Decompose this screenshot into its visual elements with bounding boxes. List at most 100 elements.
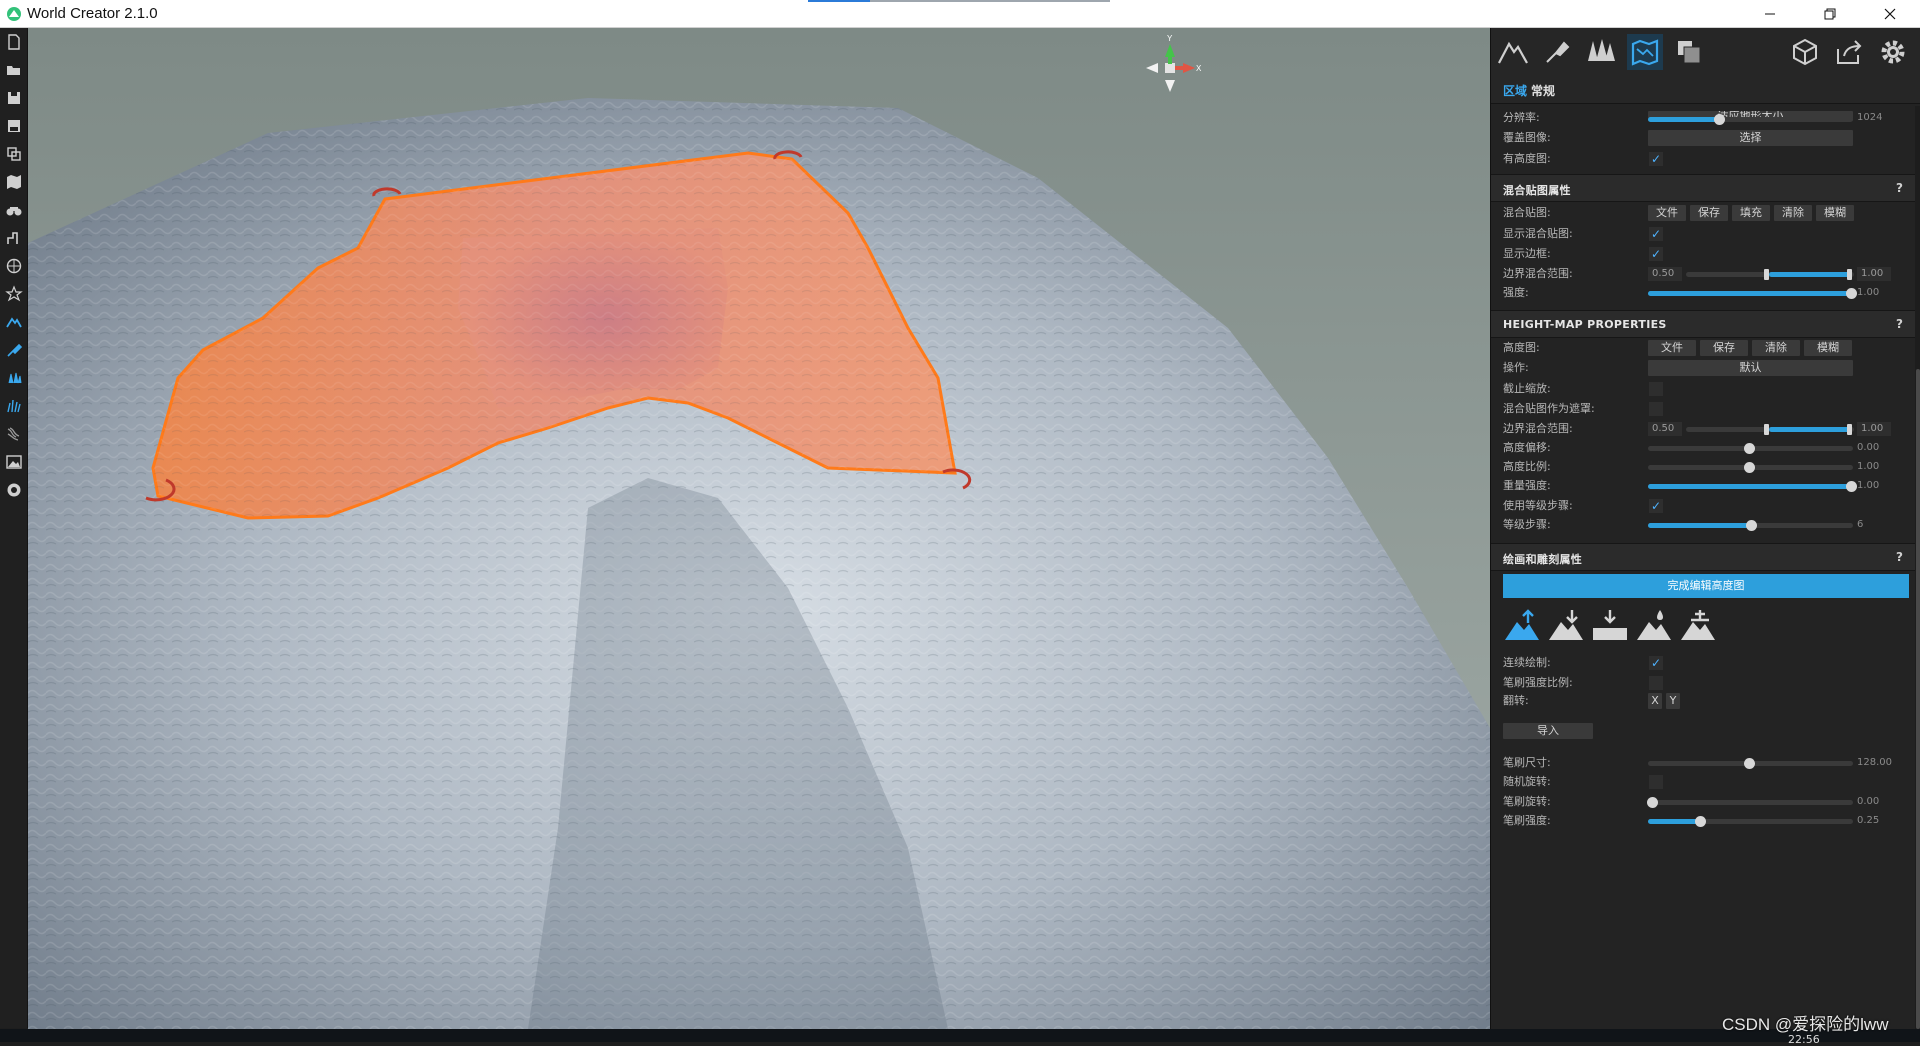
brush-rotation-slider[interactable] bbox=[1648, 800, 1853, 805]
view-button[interactable] bbox=[0, 196, 28, 224]
blend-clear-button[interactable]: 清除 bbox=[1774, 205, 1812, 221]
blend-border-min[interactable]: 0.50 bbox=[1648, 267, 1682, 281]
heightmap-blur-button[interactable]: 模糊 bbox=[1804, 340, 1852, 356]
has-heightmap-checkbox[interactable]: ✓ bbox=[1649, 152, 1663, 166]
show-blend-map-checkbox[interactable]: ✓ bbox=[1649, 227, 1663, 241]
resolution-slider-knob[interactable] bbox=[1714, 114, 1725, 125]
3d-viewport[interactable]: Y X bbox=[28, 28, 1490, 1029]
heightmap-clear-button[interactable]: 清除 bbox=[1752, 340, 1800, 356]
map-button[interactable] bbox=[0, 168, 28, 196]
blend-as-mask-checkbox[interactable] bbox=[1649, 402, 1663, 416]
blend-fill-button[interactable]: 填充 bbox=[1732, 205, 1770, 221]
vegetation-button[interactable] bbox=[0, 364, 28, 392]
flip-x-toggle[interactable]: X bbox=[1648, 693, 1662, 709]
smooth-brush-button[interactable] bbox=[1635, 608, 1673, 644]
sphere-button[interactable] bbox=[0, 476, 28, 504]
terrain-tool-button[interactable] bbox=[0, 224, 28, 252]
weight-strength-knob[interactable] bbox=[1846, 481, 1857, 492]
save-as-button[interactable] bbox=[0, 112, 28, 140]
brush-size-knob[interactable] bbox=[1744, 758, 1755, 769]
stamp-brush-button[interactable] bbox=[1679, 608, 1717, 644]
flip-label: 翻转: bbox=[1503, 694, 1529, 707]
brush-strength-label: 笔刷强度: bbox=[1503, 814, 1551, 827]
brush-rotation-knob[interactable] bbox=[1647, 797, 1658, 808]
paint-section-header[interactable]: 绘画和雕刻属性 ? bbox=[1491, 543, 1915, 571]
panel-scrollbar[interactable] bbox=[1915, 106, 1920, 1029]
tab-region[interactable]: 区域 bbox=[1503, 82, 1527, 99]
use-steps-checkbox[interactable]: ✓ bbox=[1649, 499, 1663, 513]
close-button[interactable] bbox=[1860, 0, 1920, 28]
save-button[interactable] bbox=[0, 84, 28, 112]
heightmap-file-button[interactable]: 文件 bbox=[1648, 340, 1696, 356]
show-border-label: 显示边框: bbox=[1503, 247, 1551, 260]
heightmap-help-icon[interactable]: ? bbox=[1896, 317, 1903, 331]
strength-slider-fill bbox=[1648, 291, 1851, 296]
clip-scale-checkbox[interactable] bbox=[1649, 382, 1663, 396]
raise-brush-button[interactable] bbox=[1503, 608, 1541, 644]
grass-button[interactable] bbox=[0, 392, 28, 420]
hm-border-max[interactable]: 1.00 bbox=[1857, 422, 1891, 436]
blend-save-button[interactable]: 保存 bbox=[1690, 205, 1728, 221]
sculpt-active-icon bbox=[6, 317, 22, 328]
watermark: CSDN @爱探险的lww bbox=[1722, 1015, 1889, 1034]
flip-y-toggle[interactable]: Y bbox=[1666, 693, 1680, 709]
cube-button[interactable] bbox=[1787, 34, 1823, 70]
forest-mode-button[interactable] bbox=[1583, 34, 1619, 70]
heightmap-save-button[interactable]: 保存 bbox=[1700, 340, 1748, 356]
sculpt-button[interactable] bbox=[0, 308, 28, 336]
globe-button[interactable] bbox=[0, 252, 28, 280]
overlay-select-button[interactable]: 选择 bbox=[1648, 130, 1853, 146]
hm-border-min[interactable]: 0.50 bbox=[1648, 422, 1682, 436]
open-button[interactable] bbox=[0, 56, 28, 84]
height-offset-knob[interactable] bbox=[1744, 443, 1755, 454]
erosion-button[interactable] bbox=[0, 420, 28, 448]
flatten-brush-button[interactable] bbox=[1591, 608, 1629, 644]
lower-brush-button[interactable] bbox=[1547, 608, 1585, 644]
show-border-checkbox[interactable]: ✓ bbox=[1649, 247, 1663, 261]
grass-icon bbox=[7, 399, 21, 413]
minimize-button[interactable] bbox=[1740, 0, 1800, 28]
terrain-mode-button[interactable] bbox=[1495, 34, 1531, 70]
map-region-mode-button[interactable] bbox=[1627, 34, 1663, 70]
show-blend-map-label: 显示混合贴图: bbox=[1503, 227, 1573, 240]
brush-size-value: 128.00 bbox=[1857, 757, 1892, 768]
height-scale-knob[interactable] bbox=[1744, 462, 1755, 473]
blend-blur-button[interactable]: 模糊 bbox=[1816, 205, 1854, 221]
layers-mode-button[interactable] bbox=[1671, 34, 1707, 70]
blend-help-icon[interactable]: ? bbox=[1896, 181, 1903, 195]
paint-help-icon[interactable]: ? bbox=[1896, 550, 1903, 564]
tab-general[interactable]: 常规 bbox=[1531, 82, 1555, 99]
finish-edit-heightmap-button[interactable]: 完成编辑高度图 bbox=[1503, 574, 1909, 598]
heightmap-section-header[interactable]: HEIGHT-MAP PROPERTIES ? bbox=[1491, 310, 1915, 338]
blend-border-max[interactable]: 1.00 bbox=[1857, 267, 1891, 281]
brush-strength-knob[interactable] bbox=[1695, 816, 1706, 827]
blend-map-section-header[interactable]: 混合贴图属性 ? bbox=[1491, 174, 1915, 202]
brush-rotation-label: 笔刷旋转: bbox=[1503, 795, 1551, 808]
blend-border-min-knob[interactable] bbox=[1764, 269, 1769, 280]
settings-button[interactable] bbox=[1875, 34, 1911, 70]
restore-button[interactable] bbox=[1800, 0, 1860, 28]
random-rotation-checkbox[interactable] bbox=[1649, 775, 1663, 789]
new-file-button[interactable] bbox=[0, 28, 28, 56]
hm-border-max-knob[interactable] bbox=[1847, 424, 1852, 435]
terrain-scene[interactable]: Y X bbox=[28, 28, 1490, 1029]
strength-slider-knob[interactable] bbox=[1846, 288, 1857, 299]
operation-dropdown[interactable]: 默认 bbox=[1648, 360, 1853, 376]
scrollbar-thumb[interactable] bbox=[1916, 369, 1920, 1029]
blend-border-max-knob[interactable] bbox=[1847, 269, 1852, 280]
continuous-paint-checkbox[interactable]: ✓ bbox=[1649, 656, 1663, 670]
sculpt-mode-button[interactable] bbox=[1539, 34, 1575, 70]
has-heightmap-label: 有高度图: bbox=[1503, 152, 1551, 165]
brush-pressure-checkbox[interactable] bbox=[1649, 676, 1663, 690]
image-button[interactable] bbox=[0, 448, 28, 476]
export-share-button[interactable] bbox=[1831, 34, 1867, 70]
blend-file-button[interactable]: 文件 bbox=[1648, 205, 1686, 221]
steps-slider-knob[interactable] bbox=[1746, 520, 1757, 531]
restore-icon bbox=[1824, 8, 1836, 20]
settings-star-button[interactable] bbox=[0, 280, 28, 308]
hm-border-min-knob[interactable] bbox=[1764, 424, 1769, 435]
export-button[interactable] bbox=[0, 140, 28, 168]
paint-button[interactable] bbox=[0, 336, 28, 364]
height-scale-label: 高度比例: bbox=[1503, 460, 1551, 473]
import-button[interactable]: 导入 bbox=[1503, 723, 1593, 739]
